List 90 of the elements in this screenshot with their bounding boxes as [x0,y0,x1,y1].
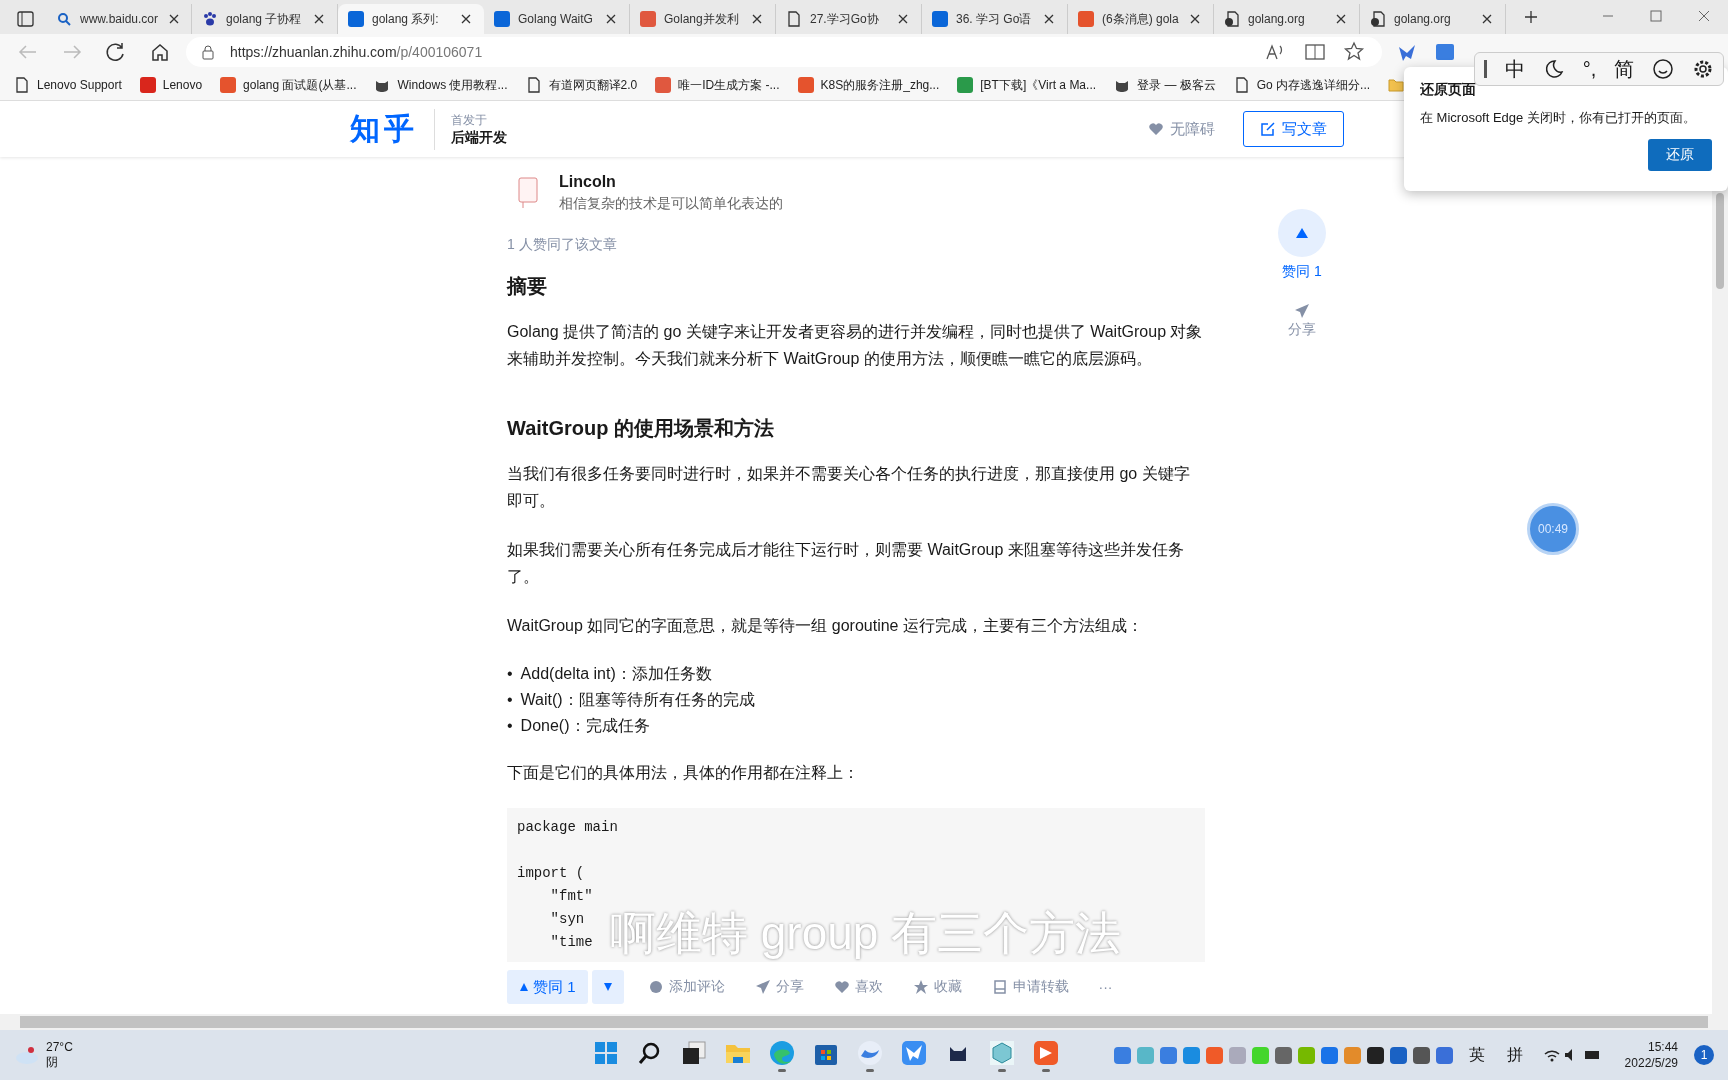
site-icon [494,11,510,27]
list-item: Done()：完成任务 [520,716,650,736]
page-icon [786,11,802,27]
published-in-label: 首发于 [451,111,488,129]
page-icon [525,77,542,93]
heart-icon [1148,121,1164,137]
notification-badge[interactable]: 1 [1694,1045,1714,1065]
bullet: • [507,664,513,684]
page-icon [1233,77,1250,93]
cube-icon[interactable] [988,1038,1016,1067]
horizontal-scrollbar[interactable] [0,1014,1728,1030]
list-item: Add(delta int)：添加任务数 [520,664,712,684]
site-icon [655,77,672,93]
heart-icon [833,979,850,995]
site-icon [348,11,364,27]
upvote-button[interactable]: 赞同 1 [507,970,588,1004]
task-view-icon[interactable] [680,1038,708,1067]
restore-button[interactable]: 还原 [1648,139,1712,171]
page-blocked-icon [1370,11,1386,27]
paragraph: Golang 提供了简洁的 go 关键字来让开发者更容易的进行并发编程，同时也提供了 WaitGroup 对象来辅助并发控制。今天我们就来分析下 WaitGroup 的使用方法，顺便瞧一瞧它的底层源码。 [507,322,1204,369]
ime-mode[interactable]: 中 [1504,55,1525,83]
site-icon [1078,11,1094,27]
tray-icon[interactable] [1366,1046,1384,1064]
paper-plane-icon [754,979,771,995]
list-item: Wait()：阻塞等待所有任务的完成 [520,690,755,710]
likes-note: 1 人赞同了该文章 [507,235,618,254]
upvote-count: 赞同 1 [1282,263,1322,281]
bookmark-link[interactable]: K8S的服务注册_zhg... [820,76,940,94]
page-blocked-icon [1224,11,1240,27]
bookmark-link[interactable]: 有道网页翻译2.0 [548,76,638,94]
edit-icon [1260,121,1276,137]
smiley-icon[interactable] [1652,58,1675,80]
author-name[interactable]: Lincoln [559,171,783,193]
player-icon[interactable] [1032,1038,1060,1067]
site-logo[interactable]: 知乎 [350,108,435,150]
clock-time[interactable]: 15:44 [1647,1039,1678,1055]
paragraph: 当我们有很多任务要同时进行时，如果并不需要关心各个任务的执行进度，那直接使用 go 关键字即可。 [507,464,1191,511]
bird-icon[interactable] [900,1038,928,1067]
address-bar[interactable]: https://zhuanlan.zhihu.com/p/400106071 [186,37,1382,67]
paragraph: WaitGroup 如同它的字面意思，就是等待一组 goroutine 运行完成，主要有三个方法组成： [507,616,1144,636]
triangle-up-icon [519,982,529,992]
downvote-button[interactable] [591,970,624,1004]
paw-icon [202,11,218,27]
swirl-icon[interactable] [856,1038,884,1067]
browser-icon[interactable] [768,1038,796,1067]
bullet: • [507,690,513,710]
page-icon [14,77,30,93]
triangle-down-icon [602,982,613,992]
section-heading: 摘要 [507,274,548,299]
bookmark-link[interactable]: Lenovo Support [37,78,122,92]
bookmark-link[interactable]: golang 面试题(从基... [243,76,357,94]
ime-punctuation[interactable]: °, [1582,57,1597,81]
folder-icon [1388,77,1405,93]
clock-date[interactable]: 2022/5/29 [1624,1055,1678,1071]
ime-script[interactable]: 简 [1614,55,1635,83]
speech-bubble-icon [647,979,664,995]
write-article-button[interactable]: 写文章 [1243,111,1344,147]
author-bio: 相信复杂的技术是可以简单化表达的 [559,194,783,213]
paragraph: 下面是它们的具体用法，具体的作用都在注释上： [507,763,860,783]
tray-icon[interactable] [1412,1046,1430,1064]
site-icon [957,77,974,93]
site-icon [220,77,237,93]
popup-message: 在 Microsoft Edge 关闭时，你有已打开的页面。 [1420,109,1697,127]
lock-icon[interactable] [200,44,216,60]
bullet: • [507,716,513,736]
site-icon [797,77,814,93]
weather-label: 阴 [46,1055,59,1070]
bookmark-link[interactable]: Lenovo [162,78,203,92]
cloud-icon[interactable] [14,1044,40,1066]
column-link[interactable]: 后端开发 [451,128,507,147]
bookmark-link[interactable]: 唯一ID生成方案 -... [678,76,780,94]
document-icon [991,979,1008,995]
star-icon [912,979,929,995]
site-icon [640,11,656,27]
bookmark-link[interactable]: 登录 — 极客云 [1137,76,1216,94]
site-icon [932,11,948,27]
search-icon [56,11,72,27]
bookmark-link[interactable]: Windows 使用教程... [397,76,508,94]
section-heading: WaitGroup 的使用场景和方法 [507,416,776,441]
paragraph: 如果我们需要关心所有任务完成后才能往下运行时，则需要 WaitGroup 来阻塞等待这些并发任务了。 [507,540,1185,587]
browser-tab[interactable]: golang 系列: [338,4,484,34]
upvote-button[interactable] [1278,209,1326,257]
site-icon [139,77,156,93]
paper-plane-icon[interactable] [1294,303,1310,319]
temperature: 27°C [46,1040,73,1055]
input-method-indicator[interactable]: 拼 [1506,1044,1523,1066]
popup-title: 还原页面 [1420,81,1477,99]
language-indicator[interactable]: 英 [1468,1044,1485,1066]
bookmark-link[interactable]: [BT下载]《Virt a Ma... [980,76,1097,94]
bookmark-link[interactable]: Go 内存逃逸详细分... [1256,76,1371,94]
